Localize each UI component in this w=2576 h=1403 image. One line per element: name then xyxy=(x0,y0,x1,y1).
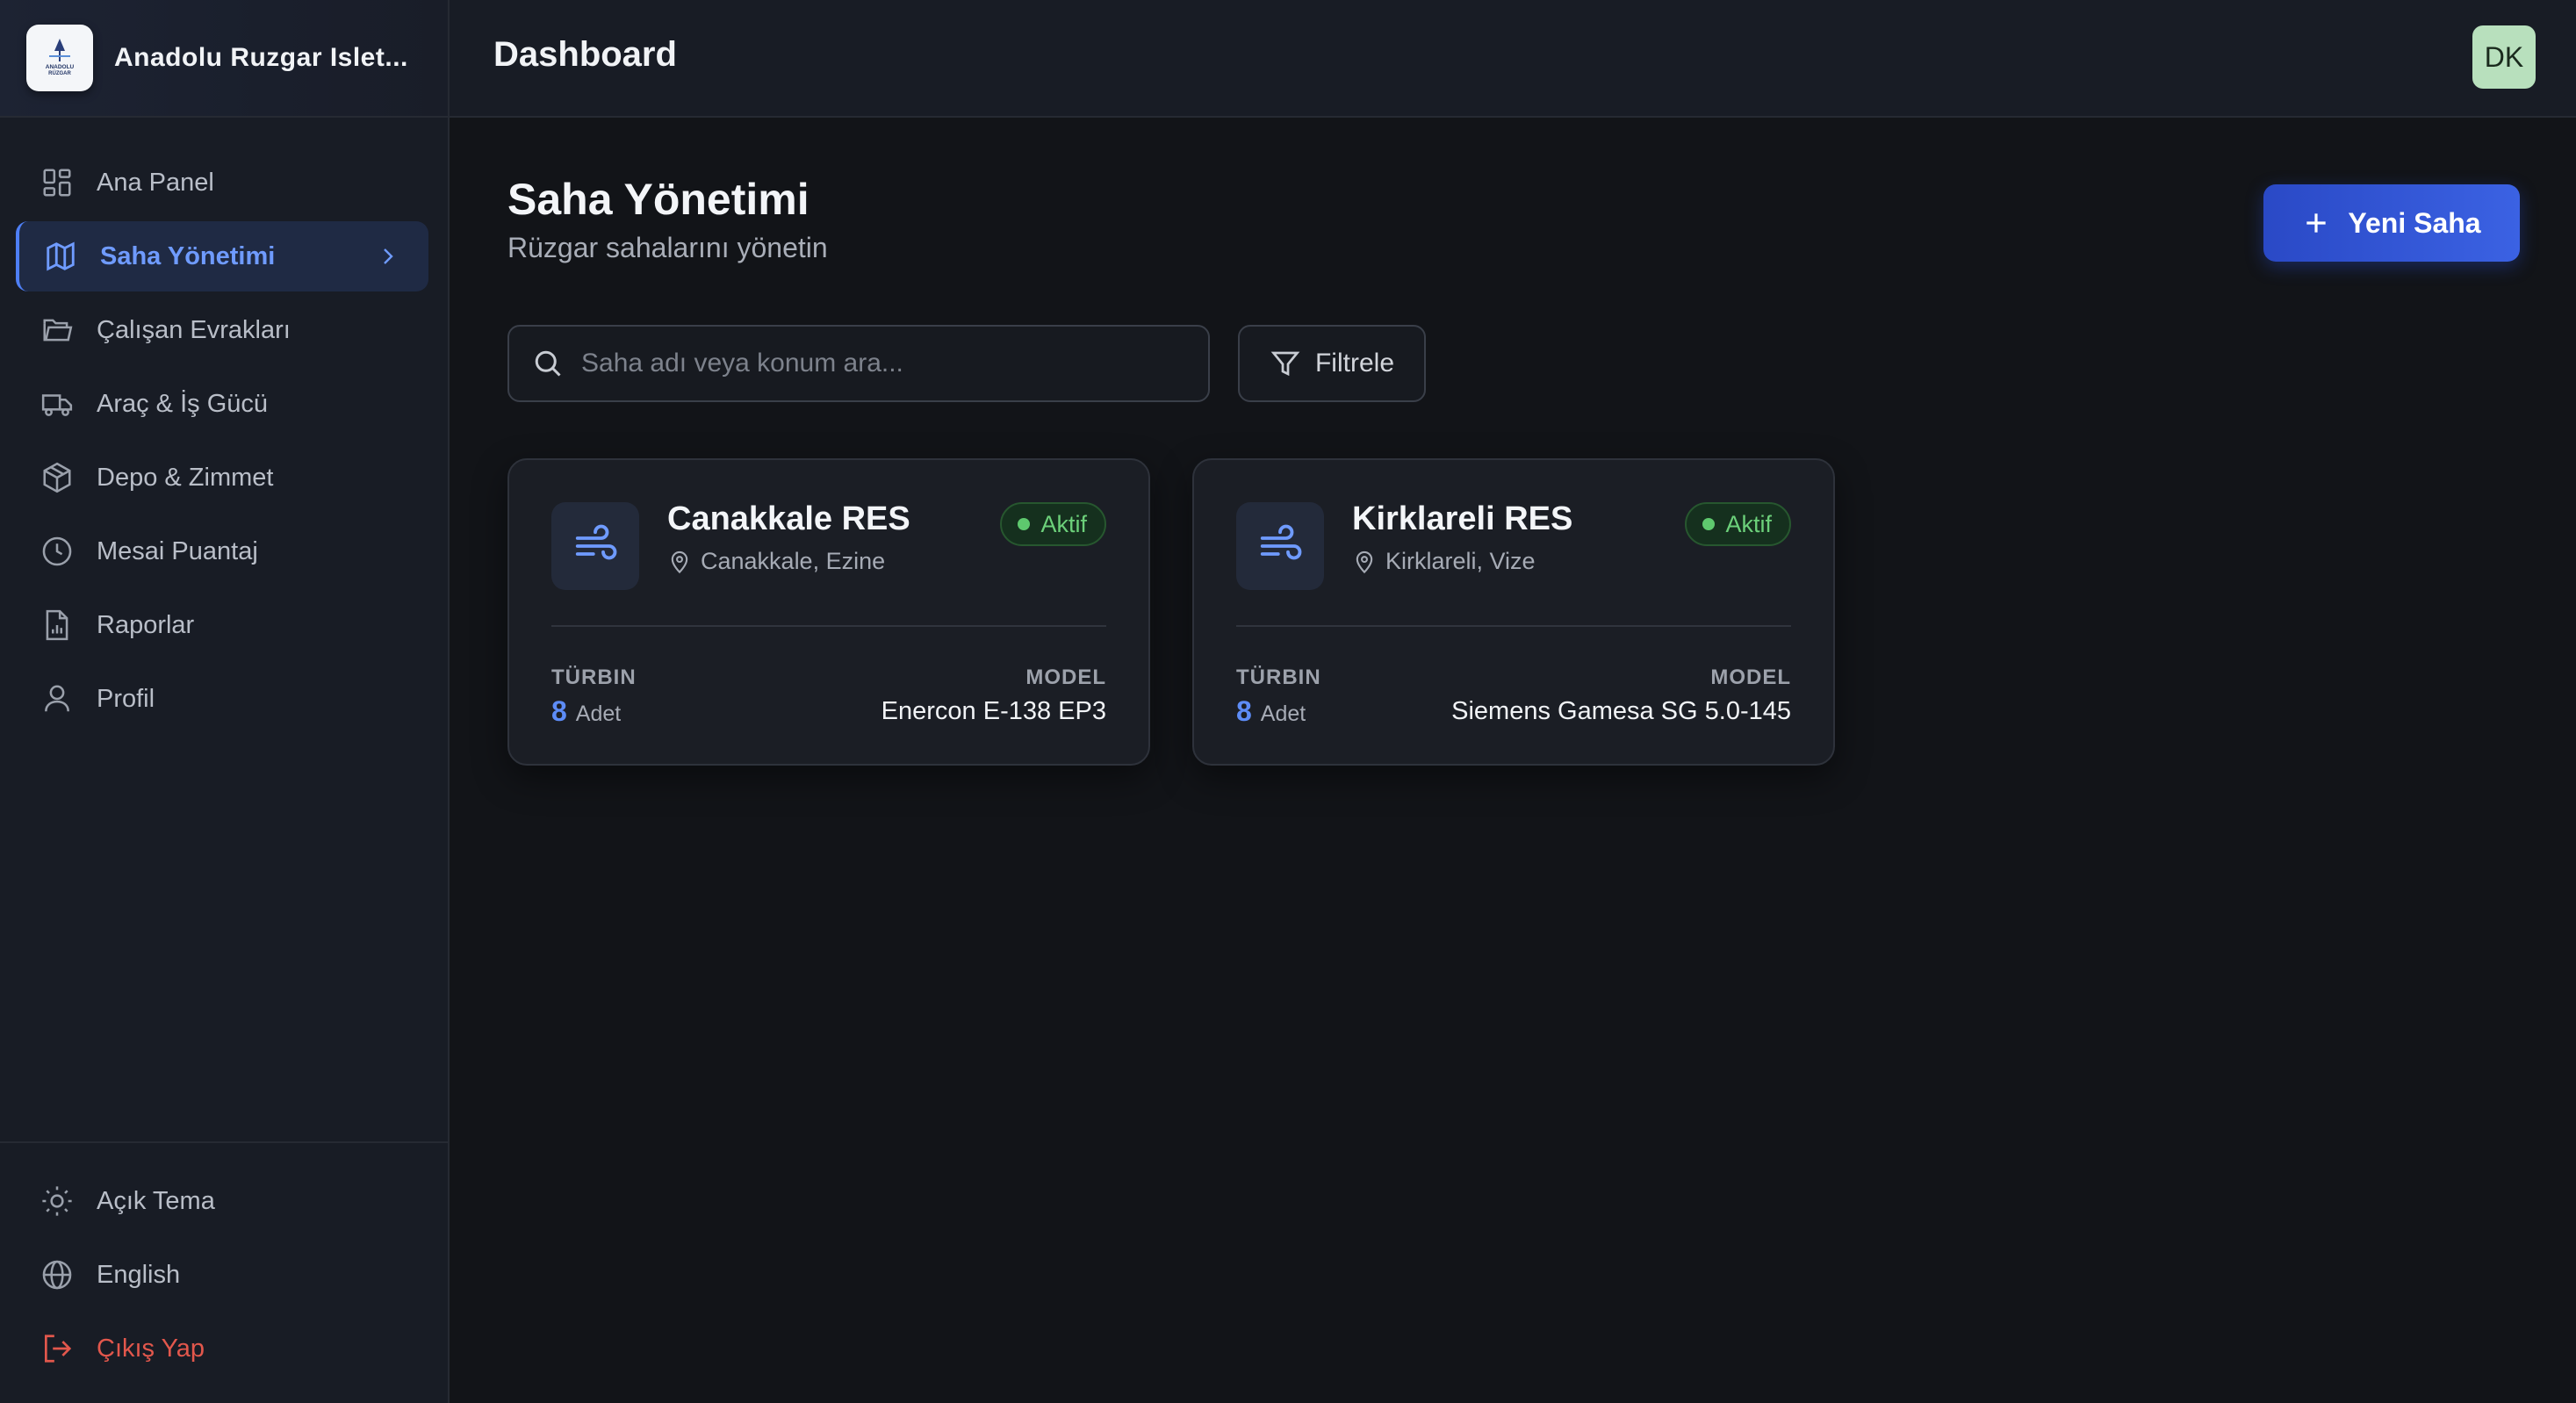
turbine-count-value: 8 xyxy=(551,695,567,727)
status-badge-label: Aktif xyxy=(1040,510,1087,537)
location-pin-icon xyxy=(671,550,688,573)
company-name: Anadolu Ruzgar Islet... xyxy=(114,43,408,72)
sidebar-item-mesai-puantaj[interactable]: Mesai Puantaj xyxy=(16,516,428,586)
status-badge-label: Aktif xyxy=(1725,510,1772,537)
site-card[interactable]: Kirklareli RES Kirklareli, Vize Aktif TÜ… xyxy=(1192,458,1835,766)
filter-button-label: Filtrele xyxy=(1314,349,1394,378)
main-content: Saha Yönetimi Rüzgar sahalarını yönetin … xyxy=(450,119,2576,1403)
model-label: MODEL xyxy=(1025,666,1106,689)
site-location-text: Kirklareli, Vize xyxy=(1385,548,1536,574)
sidebar-item-label: Depo & Zimmet xyxy=(97,463,274,492)
app: ANADOLU RÜZGAR Anadolu Ruzgar Islet... A… xyxy=(0,0,2576,1403)
sidebar-item-label: Saha Yönetimi xyxy=(100,241,276,270)
truck-icon xyxy=(41,394,73,416)
sidebar-item-saha-yonetimi[interactable]: Saha Yönetimi xyxy=(16,221,428,291)
user-icon xyxy=(45,685,69,712)
turbine-count-unit: Adet xyxy=(1260,702,1306,726)
turbine-count: 8 Adet xyxy=(1236,695,1306,728)
status-dot xyxy=(1018,518,1031,530)
sidebar-item-depo-zimmet[interactable]: Depo & Zimmet xyxy=(16,442,428,513)
status-dot xyxy=(1702,518,1716,530)
turbine-count-value: 8 xyxy=(1236,695,1252,727)
avatar[interactable]: DK xyxy=(2472,25,2536,89)
sidebar-item-raporlar[interactable]: Raporlar xyxy=(16,590,428,660)
globe-icon xyxy=(42,1260,72,1290)
site-name: Kirklareli RES xyxy=(1352,500,1573,537)
status-badge: Aktif xyxy=(1685,502,1791,546)
page-subtitle: Rüzgar sahalarını yönetin xyxy=(507,232,828,263)
sidebar: ANADOLU RÜZGAR Anadolu Ruzgar Islet... A… xyxy=(0,0,450,1403)
site-location: Canakkale, Ezine xyxy=(667,548,885,575)
sidebar-nav: Ana Panel Saha Yönetimi Çalışan Evraklar… xyxy=(16,147,428,737)
theme-toggle[interactable]: Açık Tema xyxy=(16,1166,428,1236)
brand-header[interactable]: ANADOLU RÜZGAR Anadolu Ruzgar Islet... xyxy=(0,0,448,118)
site-card[interactable]: Canakkale RES Canakkale, Ezine Aktif TÜR… xyxy=(507,458,1150,766)
box-icon xyxy=(43,462,71,493)
search-icon xyxy=(535,350,561,377)
company-logo: ANADOLU RÜZGAR xyxy=(26,25,93,91)
turbine-label: TÜRBIN xyxy=(1236,666,1321,689)
logout-icon xyxy=(44,1335,72,1363)
search-box[interactable] xyxy=(507,325,1210,402)
card-divider xyxy=(551,625,1106,627)
sidebar-item-calisan-evraklari[interactable]: Çalışan Evrakları xyxy=(16,295,428,365)
turbine-model: Siemens Gamesa SG 5.0-145 xyxy=(1451,697,1791,725)
logout-label: Çıkış Yap xyxy=(97,1334,205,1363)
site-location: Kirklareli, Vize xyxy=(1352,548,1536,575)
sidebar-footer: Açık Tema English Çıkış Yap xyxy=(0,1141,448,1403)
theme-toggle-label: Açık Tema xyxy=(97,1186,215,1215)
filter-button[interactable]: Filtrele xyxy=(1238,325,1426,402)
map-icon xyxy=(47,241,75,271)
chevron-right-icon xyxy=(384,248,393,264)
sidebar-item-label: Raporlar xyxy=(97,610,195,639)
folder-icon xyxy=(43,319,73,342)
card-divider xyxy=(1236,625,1791,627)
language-toggle-label: English xyxy=(97,1260,181,1289)
wind-icon xyxy=(1236,502,1324,590)
status-badge: Aktif xyxy=(1000,502,1106,546)
clock-icon xyxy=(42,536,72,566)
sidebar-item-label: Ana Panel xyxy=(97,168,214,197)
report-icon xyxy=(46,609,68,641)
new-site-button[interactable]: Yeni Saha xyxy=(2263,184,2520,262)
sun-icon xyxy=(42,1186,72,1216)
location-pin-icon xyxy=(1356,550,1373,573)
turbine-count-unit: Adet xyxy=(575,702,622,726)
turbine-model: Enercon E-138 EP3 xyxy=(881,697,1106,725)
svg-text:RÜZGAR: RÜZGAR xyxy=(48,70,71,76)
turbine-label: TÜRBIN xyxy=(551,666,637,689)
plus-icon xyxy=(2306,213,2327,233)
logout-button[interactable]: Çıkış Yap xyxy=(16,1313,428,1384)
top-bar: Dashboard DK xyxy=(450,0,2576,118)
new-site-button-label: Yeni Saha xyxy=(2348,206,2481,239)
search-input[interactable] xyxy=(581,349,1196,378)
model-label: MODEL xyxy=(1710,666,1791,689)
site-location-text: Canakkale, Ezine xyxy=(701,548,886,574)
sidebar-item-profil[interactable]: Profil xyxy=(16,664,428,734)
sidebar-item-arac-is-gucu[interactable]: Araç & İş Gücü xyxy=(16,369,428,439)
sidebar-item-label: Profil xyxy=(97,684,155,713)
wind-icon xyxy=(551,502,639,590)
language-toggle[interactable]: English xyxy=(16,1240,428,1310)
filter-icon xyxy=(1270,351,1300,377)
turbine-count: 8 Adet xyxy=(551,695,621,728)
sidebar-item-label: Çalışan Evrakları xyxy=(97,315,291,344)
svg-text:ANADOLU: ANADOLU xyxy=(46,64,75,70)
site-name: Canakkale RES xyxy=(667,500,910,537)
sidebar-item-label: Mesai Puantaj xyxy=(97,536,258,565)
sidebar-item-label: Araç & İş Gücü xyxy=(97,389,269,418)
grid-icon xyxy=(43,169,71,197)
page-header-title: Dashboard xyxy=(493,35,677,74)
page-title: Saha Yönetimi xyxy=(507,175,809,224)
sidebar-item-ana-panel[interactable]: Ana Panel xyxy=(16,147,428,218)
